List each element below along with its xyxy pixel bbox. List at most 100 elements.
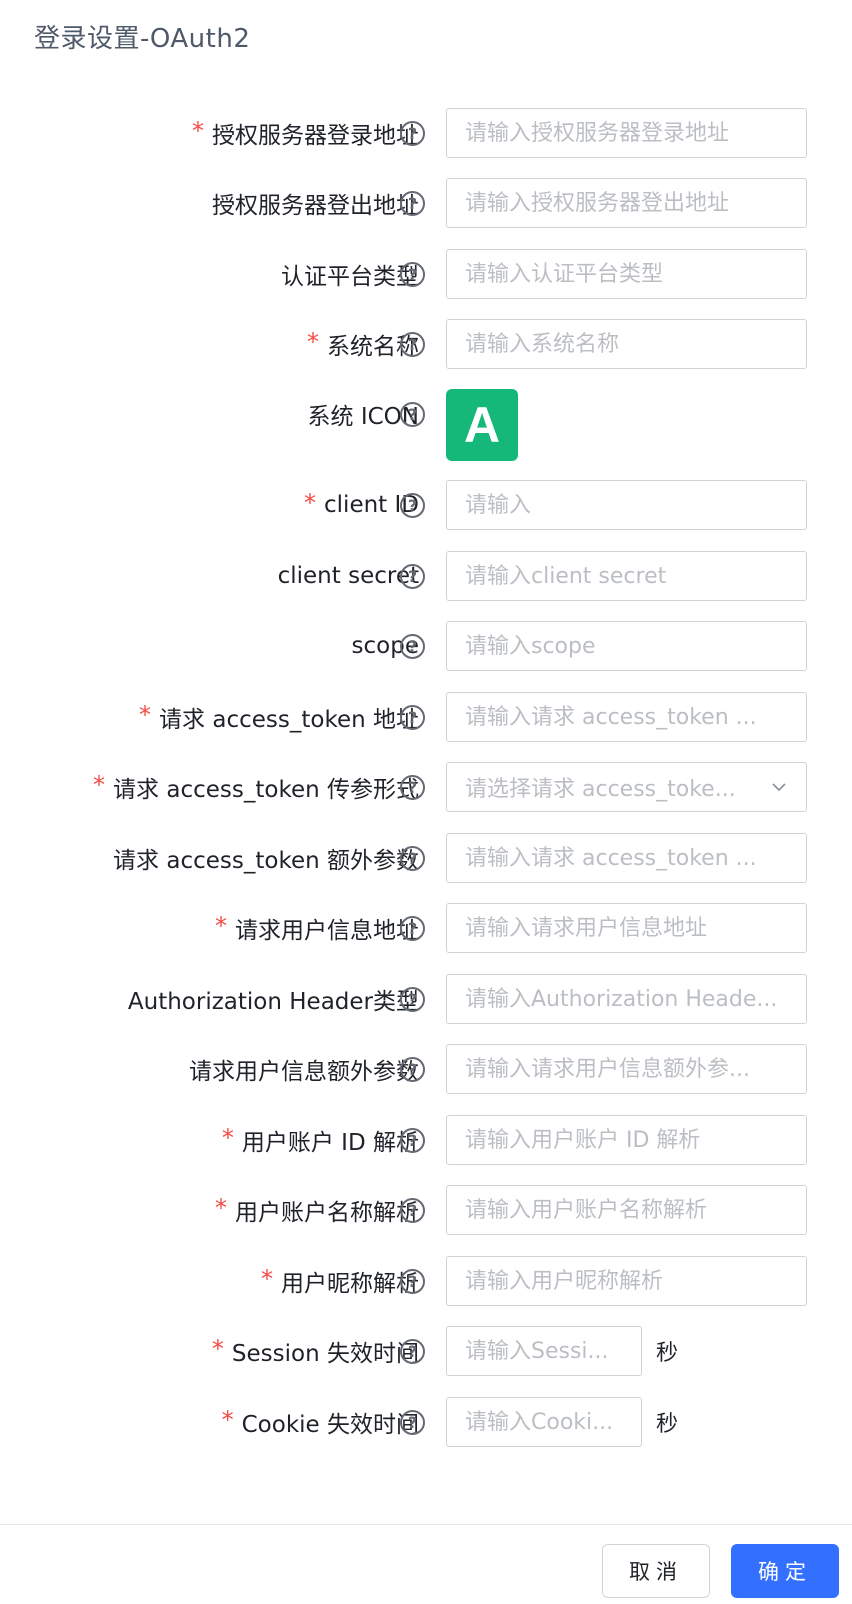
field-label: * Session 失效时间 [212, 1326, 419, 1376]
help-icon[interactable]: ? [400, 493, 425, 518]
client-secret-input[interactable] [446, 551, 807, 601]
form-row-userinfo-extra-params: 请求用户信息额外参数 ? [0, 1044, 852, 1094]
help-icon[interactable]: ? [400, 191, 425, 216]
help-icon[interactable]: ? [400, 564, 425, 589]
token-extra-params-label: 请求 access_token 额外参数 [113, 848, 419, 874]
form-row-user-id-parse: * 用户账户 ID 解析 ? [0, 1115, 852, 1165]
form-row-token-url: * 请求 access_token 地址 ? [0, 692, 852, 742]
session-timeout-unit: 秒 [656, 1341, 679, 1366]
form-row-token-extra-params: 请求 access_token 额外参数 ? [0, 833, 852, 883]
userinfo-url-input[interactable] [446, 903, 807, 953]
client-secret-label: client secret [277, 563, 419, 589]
nickname-parse-label: 用户昵称解析 [281, 1271, 419, 1297]
help-icon[interactable]: ? [400, 1339, 425, 1364]
help-icon[interactable]: ? [400, 1198, 425, 1223]
auth-login-url-label: 授权服务器登录地址 [212, 123, 419, 149]
userinfo-extra-params-label: 请求用户信息额外参数 [189, 1059, 419, 1085]
help-icon[interactable]: ? [400, 402, 425, 427]
auth-logout-url-label: 授权服务器登出地址 [212, 193, 419, 219]
help-icon[interactable]: ? [400, 1410, 425, 1435]
field-label: * 请求用户信息地址 [215, 903, 419, 953]
field-label: * Cookie 失效时间 [222, 1397, 419, 1447]
userinfo-extra-params-input[interactable] [446, 1044, 807, 1094]
help-icon[interactable]: ? [400, 1269, 425, 1294]
session-timeout-label: Session 失效时间 [231, 1341, 419, 1367]
confirm-button[interactable]: 确定 [731, 1544, 839, 1598]
cancel-button[interactable]: 取消 [602, 1544, 710, 1598]
required-mark: * [221, 1124, 234, 1152]
field-label: Authorization Header类型 [128, 974, 419, 1024]
help-icon[interactable]: ? [400, 987, 425, 1012]
help-icon[interactable]: ? [400, 1128, 425, 1153]
form-row-auth-header-type: Authorization Header类型 ? [0, 974, 852, 1024]
field-label: * 用户昵称解析 [261, 1256, 419, 1306]
platform-type-label: 认证平台类型 [281, 264, 419, 290]
form-row-userinfo-url: * 请求用户信息地址 ? [0, 903, 852, 953]
required-mark: * [307, 328, 319, 356]
field-label: 认证平台类型 [281, 249, 419, 299]
footer-divider [0, 1524, 852, 1525]
cookie-timeout-unit: 秒 [656, 1412, 679, 1437]
auth-logout-url-input[interactable] [446, 178, 807, 228]
form-row-system-name: * 系统名称 ? [0, 319, 852, 369]
token-param-mode-select[interactable]: 请选择请求 access_toke... [446, 762, 807, 812]
chevron-down-icon [772, 783, 786, 792]
select-placeholder: 请选择请求 access_toke... [465, 777, 736, 802]
form-row-cookie-timeout: * Cookie 失效时间 ? 秒 [0, 1397, 852, 1447]
cookie-timeout-label: Cookie 失效时间 [241, 1412, 419, 1438]
field-label: * 用户账户 ID 解析 [222, 1115, 419, 1165]
platform-type-input[interactable] [446, 249, 807, 299]
user-id-parse-label: 用户账户 ID 解析 [241, 1130, 419, 1156]
cookie-timeout-input[interactable] [446, 1397, 642, 1447]
form-row-session-timeout: * Session 失效时间 ? 秒 [0, 1326, 852, 1376]
session-timeout-input[interactable] [446, 1326, 642, 1376]
help-icon[interactable]: ? [400, 262, 425, 287]
form-row-auth-login-url: * 授权服务器登录地址 ? [0, 108, 852, 158]
help-icon[interactable]: ? [400, 916, 425, 941]
form-row-auth-logout-url: 授权服务器登出地址 ? [0, 178, 852, 228]
auth-header-type-input[interactable] [446, 974, 807, 1024]
required-mark: * [192, 117, 204, 145]
form-row-nickname-parse: * 用户昵称解析 ? [0, 1256, 852, 1306]
help-icon[interactable]: ? [400, 775, 425, 800]
token-param-mode-label: 请求 access_token 传参形式 [113, 777, 419, 803]
user-name-parse-input[interactable] [446, 1185, 807, 1235]
field-label: * 用户账户名称解析 [215, 1185, 419, 1235]
required-mark: * [304, 489, 317, 517]
required-mark: * [215, 1194, 227, 1222]
dialog-title: 登录设置-OAuth2 [34, 24, 251, 54]
field-label: * 请求 access_token 地址 [139, 692, 419, 742]
token-url-label: 请求 access_token 地址 [159, 707, 419, 733]
field-label: 授权服务器登出地址 [212, 178, 419, 228]
form-row-user-name-parse: * 用户账户名称解析 ? [0, 1185, 852, 1235]
required-mark: * [93, 771, 106, 799]
required-mark: * [221, 1406, 234, 1434]
help-icon[interactable]: ? [400, 332, 425, 357]
userinfo-url-label: 请求用户信息地址 [235, 918, 419, 944]
help-icon[interactable]: ? [400, 634, 425, 659]
auth-login-url-input[interactable] [446, 108, 807, 158]
form-row-platform-type: 认证平台类型 ? [0, 249, 852, 299]
help-icon[interactable]: ? [400, 1057, 425, 1082]
help-icon[interactable]: ? [400, 705, 425, 730]
form-row-client-id: * client ID ? [0, 480, 852, 530]
token-extra-params-input[interactable] [446, 833, 807, 883]
required-mark: * [261, 1265, 273, 1293]
form-row-system-icon: 系统 ICON ? A [0, 389, 852, 461]
required-mark: * [211, 1335, 224, 1363]
field-label: 请求用户信息额外参数 [189, 1044, 419, 1094]
token-url-input[interactable] [446, 692, 807, 742]
user-id-parse-input[interactable] [446, 1115, 807, 1165]
system-icon-upload[interactable]: A [446, 389, 518, 461]
nickname-parse-input[interactable] [446, 1256, 807, 1306]
field-label: * 请求 access_token 传参形式 [93, 762, 419, 812]
scope-input[interactable] [446, 621, 807, 671]
field-label: * 授权服务器登录地址 [192, 108, 419, 158]
form-row-token-param-mode: * 请求 access_token 传参形式 ? 请选择请求 access_tok… [0, 762, 852, 812]
client-id-input[interactable] [446, 480, 807, 530]
help-icon[interactable]: ? [400, 846, 425, 871]
form-row-scope: scope ? [0, 621, 852, 671]
required-mark: * [215, 912, 227, 940]
system-name-input[interactable] [446, 319, 807, 369]
help-icon[interactable]: ? [400, 121, 425, 146]
